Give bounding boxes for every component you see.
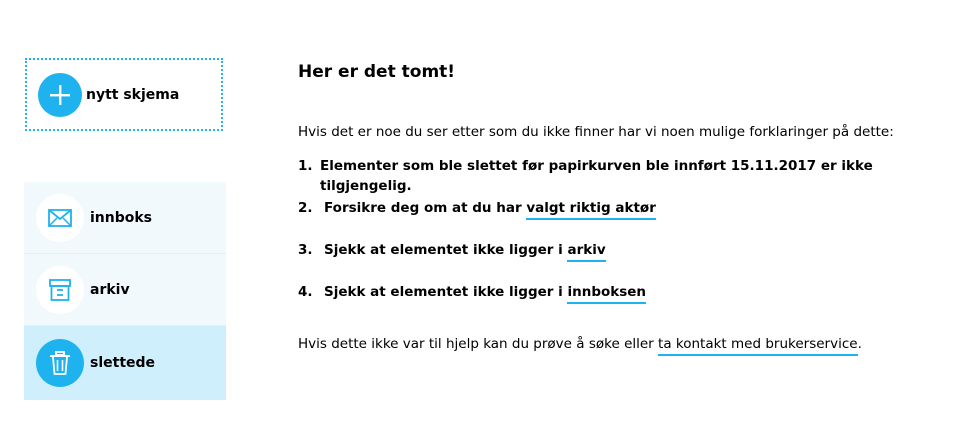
new-form-button[interactable]: nytt skjema — [25, 58, 223, 131]
list-item: 3. Sjekk at elementet ikke ligger i arki… — [298, 240, 968, 282]
envelope-icon — [36, 193, 84, 242]
new-form-label: nytt skjema — [86, 86, 180, 103]
list-item: 2. Forsikre deg om at du har valgt rikti… — [298, 198, 968, 240]
outro-text: Hvis dette ikke var til hjelp kan du prø… — [298, 334, 968, 356]
plus-icon — [38, 72, 82, 117]
trash-icon — [36, 339, 84, 387]
archive-link[interactable]: arkiv — [567, 242, 606, 262]
empty-state-content: Her er det tomt! Hvis det er noe du ser … — [298, 60, 968, 368]
list-item: 1. Elementer som ble slettet før papirku… — [298, 158, 873, 194]
sidebar-item-label: innboks — [90, 209, 153, 226]
sidebar-item-deleted[interactable]: slettede — [24, 326, 226, 400]
sidebar-item-archive[interactable]: arkiv — [24, 254, 226, 326]
sidebar-nav: innboks arkiv slettede — [24, 182, 226, 400]
page-title: Her er det tomt! — [298, 62, 456, 82]
sidebar-item-inbox[interactable]: innboks — [24, 182, 226, 254]
inbox-link[interactable]: innboksen — [567, 284, 647, 304]
intro-text: Hvis det er noe du ser etter som du ikke… — [298, 124, 894, 140]
list-item: 4. Sjekk at elementet ikke ligger i innb… — [298, 282, 968, 324]
sidebar-item-label: slettede — [90, 355, 156, 371]
select-actor-link[interactable]: valgt riktig aktør — [526, 200, 656, 220]
archive-icon — [36, 265, 84, 314]
sidebar-item-label: arkiv — [90, 281, 130, 298]
contact-support-link[interactable]: ta kontakt med brukerservice — [658, 336, 858, 356]
explanation-list: 1. Elementer som ble slettet før papirku… — [298, 156, 968, 324]
